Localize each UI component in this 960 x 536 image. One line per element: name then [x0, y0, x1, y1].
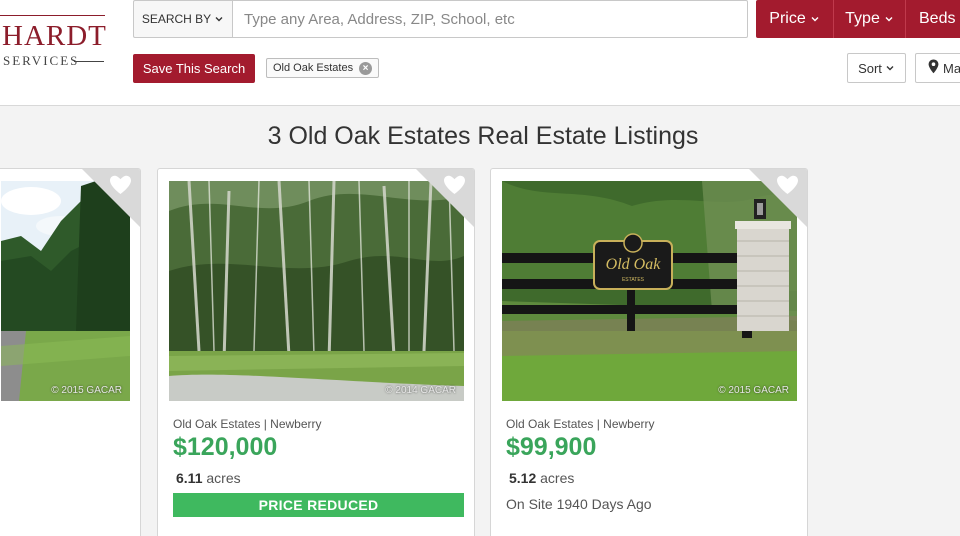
logo-subtitle-rule — [74, 61, 104, 62]
photo-copyright: © 2015 GACAR — [718, 385, 789, 396]
price-reduced-badge: PRICE REDUCED — [173, 493, 464, 517]
search-placeholder: Type any Area, Address, ZIP, School, etc — [244, 10, 515, 28]
listing-card[interactable]: Old Oak ESTATES © 2015 GACAR Old Oak Est… — [490, 168, 808, 536]
type-filter-button[interactable]: Type — [834, 0, 906, 38]
close-circle-icon[interactable]: × — [359, 61, 373, 75]
heart-icon — [416, 169, 474, 227]
active-filter-label: Old Oak Estates — [273, 62, 354, 74]
heart-icon — [82, 169, 140, 227]
listing-acreage: 6.11 acres — [176, 470, 241, 486]
sort-button[interactable]: Sort — [847, 53, 906, 83]
search-by-dropdown[interactable]: SEARCH BY — [133, 0, 232, 38]
listing-location: Old Oak Estates | Newberry — [173, 417, 322, 431]
listing-price[interactable]: $99,900 — [506, 433, 596, 462]
chevron-down-icon — [885, 63, 895, 73]
active-filter-tag[interactable]: Old Oak Estates × — [266, 58, 380, 78]
listing-city: Newberry — [270, 417, 322, 431]
photo-copyright: © 2015 GACAR — [51, 385, 122, 396]
listing-acreage: 5.12 acres — [509, 470, 574, 486]
chevron-down-icon — [810, 14, 820, 24]
site-header: HARDT SERVICES SEARCH BY Type any Area, … — [0, 0, 960, 106]
sort-label: Sort — [858, 60, 882, 76]
acreage-value: 6.11 — [176, 470, 203, 486]
page-title: 3 Old Oak Estates Real Estate Listings — [267, 122, 699, 150]
listing-price[interactable]: $120,000 — [173, 433, 277, 462]
price-filter-label: Price — [769, 10, 806, 27]
listing-city: Newberry — [603, 417, 655, 431]
listing-location: Old Oak Estates | Newberry — [506, 417, 655, 431]
listing-subdivision: Old Oak Estates — [173, 417, 261, 431]
sign-subtext: ESTATES — [622, 277, 645, 283]
sign-text: Old Oak — [606, 256, 662, 273]
search-input[interactable]: Type any Area, Address, ZIP, School, etc — [232, 0, 748, 38]
listing-card[interactable]: © 2015 GACAR — [0, 168, 141, 536]
acreage-unit: acres — [206, 470, 241, 486]
chevron-down-icon — [214, 14, 224, 24]
map-view-button[interactable]: Ma — [915, 53, 960, 83]
listing-card[interactable]: © 2014 GACAR Old Oak Estates | Newberry … — [157, 168, 475, 536]
map-pin-icon — [928, 59, 939, 77]
favorite-toggle[interactable] — [416, 169, 474, 227]
favorite-toggle[interactable] — [82, 169, 140, 227]
favorite-toggle[interactable] — [749, 169, 807, 227]
chevron-down-icon — [884, 14, 894, 24]
acreage-value: 5.12 — [509, 470, 537, 486]
days-on-site: On Site 1940 Days Ago — [506, 496, 652, 512]
logo-subtitle: SERVICES — [3, 53, 80, 68]
listing-subdivision: Old Oak Estates — [506, 417, 594, 431]
search-by-label: SEARCH BY — [141, 12, 212, 26]
beds-filter-label: Beds — [919, 10, 956, 27]
acreage-unit: acres — [540, 470, 575, 486]
price-filter-button[interactable]: Price — [756, 0, 834, 38]
logo[interactable]: HARDT — [2, 20, 107, 52]
type-filter-label: Type — [845, 10, 880, 27]
logo-rule — [0, 15, 105, 16]
photo-copyright: © 2014 GACAR — [385, 385, 456, 396]
save-search-button[interactable]: Save This Search — [133, 54, 255, 83]
map-label: Ma — [943, 60, 960, 76]
beds-filter-button[interactable]: Beds — [906, 0, 960, 38]
heart-icon — [749, 169, 807, 227]
